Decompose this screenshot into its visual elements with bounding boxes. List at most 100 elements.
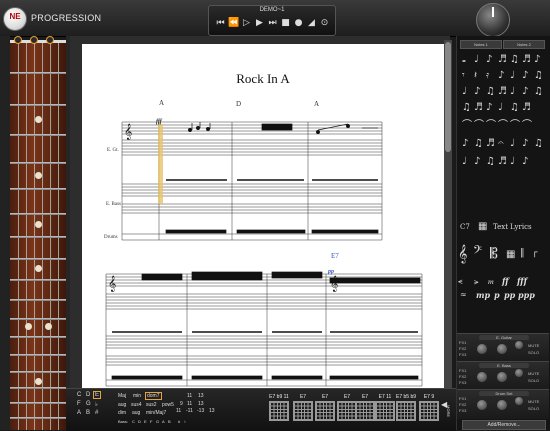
dynamic-ppp[interactable]: ppp xyxy=(518,290,535,300)
root-f[interactable]: F xyxy=(77,401,81,407)
pan-knob[interactable] xyxy=(497,400,507,410)
chord-tool[interactable]: C7 xyxy=(460,223,470,231)
root-d[interactable]: D xyxy=(86,392,90,398)
volume-knob[interactable] xyxy=(477,344,487,354)
score-scroll-thumb[interactable] xyxy=(445,42,451,152)
dynamic-pp[interactable]: pp xyxy=(504,290,515,300)
flat-modifier[interactable]: ♭ xyxy=(95,401,98,408)
chord-slot[interactable]: E7 9 xyxy=(418,394,440,424)
sharp-modifier[interactable]: # xyxy=(95,410,98,416)
chord-marker[interactable]: D xyxy=(236,100,241,108)
barline-icon[interactable]: ‖ xyxy=(520,248,525,258)
root-g[interactable]: G xyxy=(86,401,91,407)
volume-knob[interactable] xyxy=(477,400,487,410)
chord-slot[interactable]: E7 xyxy=(354,394,376,424)
bass-note-e[interactable]: E xyxy=(144,419,147,424)
bass-clef-icon[interactable]: 𝄢 xyxy=(473,244,482,260)
chord-marker[interactable]: A xyxy=(314,100,319,108)
fx-slot[interactable]: FX1 xyxy=(459,340,466,345)
root-b[interactable]: B xyxy=(86,410,90,416)
root-e[interactable]: E xyxy=(92,391,102,399)
chord-diagram-icon[interactable]: ▦ xyxy=(478,221,487,232)
bass-note-c[interactable]: C xyxy=(132,419,135,424)
track-name[interactable]: Drum Set xyxy=(479,391,529,396)
pan-knob[interactable] xyxy=(497,344,507,354)
rewind-to-start-icon[interactable]: ⏮ xyxy=(215,17,226,30)
track-name[interactable]: E. Bass xyxy=(479,363,529,368)
ext-minus-13[interactable]: -13 xyxy=(197,408,204,414)
fx-slot[interactable]: FX3 xyxy=(459,380,466,385)
record-icon[interactable]: ● xyxy=(293,17,304,30)
solo-button[interactable]: SOLO xyxy=(528,350,539,355)
more-chords-button[interactable]: MORE xyxy=(446,405,451,417)
fx-slot[interactable]: FX3 xyxy=(459,408,466,413)
ext-13b[interactable]: 13 xyxy=(198,401,204,407)
reverb-knob[interactable] xyxy=(515,341,523,349)
dynamic-fff[interactable]: fff xyxy=(517,276,527,286)
chord-type-minmaj7[interactable]: min/Maj7 xyxy=(146,410,166,416)
note-palette[interactable]: 𝅝 ♩ ♪ ♬ ♫ ♬ ♪ 𝄾 𝄽 𝄿 ♪ ♩ ♪ ♫ ♩ ♪ ♫ ♬ ♩ ♪ ♫ ♫ ♬ ♪ ♩ ♫ ♬ ⌒ ⌒ ⌒ ⌒ ⌒ ⌒ ♪ ♫… xyxy=(460,52,546,202)
fx-slot[interactable]: FX1 xyxy=(459,368,466,373)
root-a[interactable]: A xyxy=(77,410,81,416)
ext-11b[interactable]: 11 xyxy=(187,401,192,407)
mute-button[interactable]: MUTE xyxy=(528,343,539,348)
chord-slot[interactable]: E7 b5 b9 xyxy=(395,394,417,424)
chord-type-maj[interactable]: Maj xyxy=(118,393,126,399)
solo-button[interactable]: SOLO xyxy=(528,378,539,383)
chord-type-aug2[interactable]: aug xyxy=(132,410,140,416)
neutral-clef-icon[interactable]: 𝄡 xyxy=(490,246,498,262)
chord-type-dim[interactable]: dim xyxy=(118,410,126,416)
play-outline-icon[interactable]: ▷ xyxy=(241,17,252,30)
solo-button[interactable]: SOLO xyxy=(528,406,539,411)
add-remove-tracks-button[interactable]: Add/Remove... xyxy=(462,420,546,430)
root-c[interactable]: C xyxy=(77,392,81,398)
volume-knob[interactable] xyxy=(477,372,487,382)
dynamic-mf-icon[interactable]: 𝆐 xyxy=(488,277,494,287)
ext-minus-11[interactable]: -11 xyxy=(186,408,193,414)
mute-button[interactable]: MUTE xyxy=(528,371,539,376)
rewind-icon[interactable]: ⏪ xyxy=(228,17,239,30)
tie-icon[interactable]: ≈ xyxy=(460,290,467,299)
ext-11[interactable]: 11 xyxy=(187,393,192,399)
chord-slot[interactable]: E7 xyxy=(314,394,336,424)
fx-slot[interactable]: FX1 xyxy=(459,396,466,401)
fx-slot[interactable]: FX3 xyxy=(459,352,466,357)
ext-11c[interactable]: 11 xyxy=(176,408,181,414)
chord-type-min[interactable]: min xyxy=(133,393,141,399)
treble-clef-icon[interactable]: 𝄞 xyxy=(458,244,467,264)
ext-13[interactable]: 13 xyxy=(198,393,204,399)
bass-note-b[interactable]: B xyxy=(168,419,171,424)
bass-note-a[interactable]: A xyxy=(162,419,165,424)
volume-icon[interactable]: ◢ xyxy=(306,17,317,30)
tab-notes-2[interactable]: Notes 2 xyxy=(503,40,545,49)
chord-slot[interactable]: E7 b9 11 xyxy=(268,394,290,424)
chord-slot[interactable]: E7 11 xyxy=(374,394,396,424)
dynamic-ff[interactable]: ff xyxy=(502,276,509,286)
decrescendo-icon[interactable]: ⪫ xyxy=(474,277,479,287)
reverb-knob[interactable] xyxy=(515,397,523,405)
play-icon[interactable]: ▶ xyxy=(254,17,265,30)
fast-forward-icon[interactable]: ⏭ xyxy=(267,17,278,30)
metronome-icon[interactable]: ⊙ xyxy=(319,17,330,30)
chord-type-sus4[interactable]: sus4 xyxy=(131,402,142,408)
crescendo-icon[interactable]: ⪪ xyxy=(458,277,463,287)
dynamic-mp[interactable]: mp xyxy=(476,290,490,300)
tab-notes-1[interactable]: Notes 1 xyxy=(460,40,502,49)
mute-button[interactable]: MUTE xyxy=(528,399,539,404)
chord-type-pow5[interactable]: pow5 xyxy=(162,402,174,408)
fretboard[interactable] xyxy=(10,40,66,430)
bass-note-f[interactable]: F xyxy=(150,419,152,424)
track-name[interactable]: E. Guitar xyxy=(479,335,529,340)
pan-knob[interactable] xyxy=(497,372,507,382)
master-volume-knob[interactable] xyxy=(476,3,510,37)
ext-13c[interactable]: 13 xyxy=(209,408,215,414)
reverb-knob[interactable] xyxy=(515,369,523,377)
time-signature-icon[interactable]: ▦ xyxy=(506,249,515,260)
stop-icon[interactable]: ■ xyxy=(280,17,291,30)
score-page[interactable]: 𝄞 𝄞 𝄞 xyxy=(82,44,444,388)
ending-icon[interactable]: ┌ xyxy=(532,248,537,258)
chord-type-aug[interactable]: aug xyxy=(118,402,126,408)
dynamic-p[interactable]: p xyxy=(494,290,500,300)
chord-marker[interactable]: E7 xyxy=(331,252,339,260)
lyrics-tool[interactable]: Lyrics xyxy=(510,223,532,231)
